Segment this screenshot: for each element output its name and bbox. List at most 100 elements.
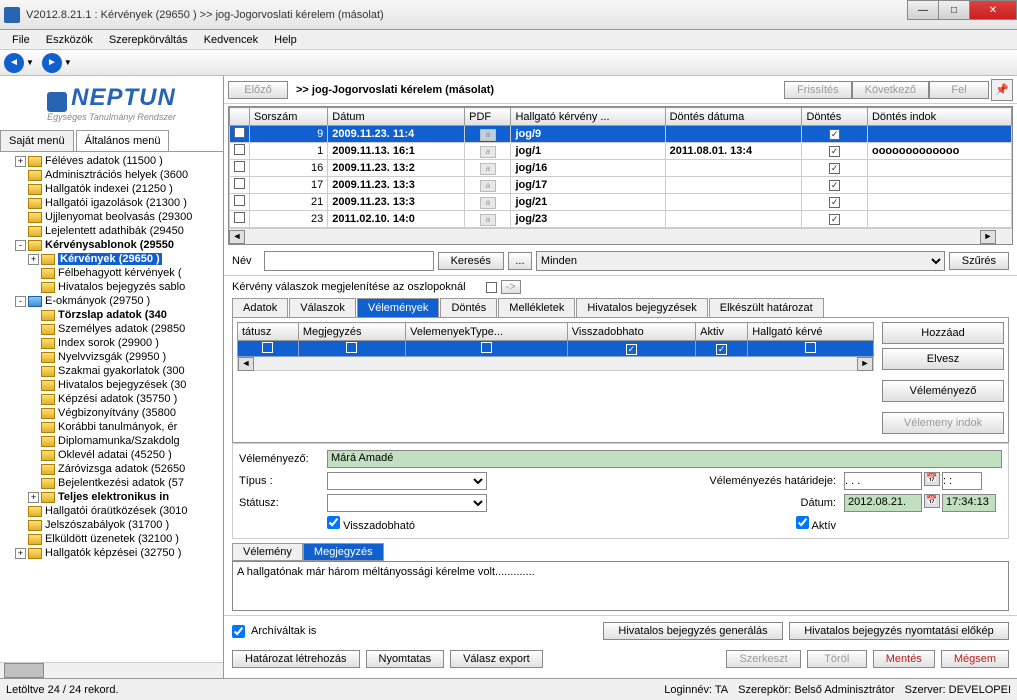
opinions-grid[interactable]: tátuszMegjegyzésVelemenyekType...Visszad… [237,322,874,357]
menu-rolechange[interactable]: Szerepkörváltás [101,32,196,48]
tree-node[interactable]: +Féléves adatok (11500 ) [2,154,221,168]
tree-node[interactable]: Elküldött üzenetek (32100 ) [2,532,221,546]
grid-hscrollbar[interactable]: ◄► [229,228,1012,244]
tree-node[interactable]: +Teljes elektronikus in [2,490,221,504]
tree-node[interactable]: Hivatalos bejegyzések (30 [2,378,221,392]
detail-tab[interactable]: Vélemények [357,298,440,317]
menu-tools[interactable]: Eszközök [38,32,101,48]
tree-node[interactable]: Oklevél adatai (45250 ) [2,448,221,462]
tree-node[interactable]: Lejelentett adathibák (29450 [2,224,221,238]
expand-icon[interactable]: + [15,156,26,167]
print-button[interactable]: Nyomtatas [366,650,445,668]
tree-node[interactable]: Bejelentkezési adatok (57 [2,476,221,490]
tree-node[interactable]: Diplomamunka/Szakdolg [2,434,221,448]
detail-tab[interactable]: Mellékletek [498,298,575,317]
expand-icon[interactable]: + [15,548,26,559]
tree-node[interactable]: Személyes adatok (29850 [2,322,221,336]
edit-button[interactable]: Szerkeszt [726,650,800,668]
table-row[interactable]: 172009.11.23. 13:3ajog/17✓ [230,177,1012,194]
filter-button[interactable]: Szűrés [949,252,1009,270]
search-more-button[interactable]: ... [508,252,532,270]
up-button[interactable]: Fel [929,81,989,99]
save-button[interactable]: Mentés [873,650,935,668]
close-button[interactable]: ✕ [969,0,1017,20]
nav-forward-dropdown[interactable]: ▼ [64,58,72,67]
calendar2-icon[interactable]: 📅 [924,494,940,508]
tree-node[interactable]: Hivatalos bejegyzés sablo [2,280,221,294]
expand-icon[interactable]: - [15,296,26,307]
cancel-button[interactable]: Mégsem [941,650,1009,668]
nav-back-button[interactable]: ◄ [4,53,24,73]
tree-node[interactable]: Képzési adatok (35750 ) [2,392,221,406]
table-row[interactable]: 232011.02.10. 14:0ajog/23✓ [230,211,1012,228]
expand-icon[interactable]: + [28,492,39,503]
tree-hscrollbar[interactable] [0,662,223,678]
expand-icon[interactable]: - [15,240,26,251]
tree-node[interactable]: Hallgatói óraütközések (3010 [2,504,221,518]
table-row[interactable]: 212009.11.23. 13:3ajog/21✓ [230,194,1012,211]
next-button[interactable]: Következő [852,81,929,99]
opinions-row[interactable]: ✓✓ [238,341,874,357]
expand-icon[interactable]: + [28,254,39,265]
tree-node[interactable]: +Hallgatók képzései (32750 ) [2,546,221,560]
active-checkbox[interactable] [796,516,809,529]
memo-tab-note[interactable]: Megjegyzés [303,543,384,561]
main-grid[interactable]: SorszámDátumPDFHallgató kérvény ...Dönté… [228,106,1013,245]
tree-node[interactable]: Végbizonyítvány (35800 [2,406,221,420]
status-select[interactable] [327,494,487,512]
tab-general-menu[interactable]: Általános menü [76,130,170,151]
tree-node[interactable]: Nyelvvizsgák (29950 ) [2,350,221,364]
create-decision-button[interactable]: Határozat létrehozás [232,650,360,668]
reviewer-button[interactable]: Véleményező [882,380,1004,402]
minimize-button[interactable]: — [907,0,939,20]
maximize-button[interactable]: □ [938,0,970,20]
remove-button[interactable]: Elvesz [882,348,1004,370]
gen-entry-button[interactable]: Hivatalos bejegyzés generálás [603,622,783,640]
opinion-reason-button[interactable]: Vélemeny indok [882,412,1004,434]
tree-node[interactable]: Záróvizsga adatok (52650 [2,462,221,476]
tree-node[interactable]: Félbehagyott kérvények ( [2,266,221,280]
nav-forward-button[interactable]: ► [42,53,62,73]
tree-node[interactable]: -E-okmányok (29750 ) [2,294,221,308]
pin-icon[interactable]: 📌 [991,79,1013,101]
nav-back-dropdown[interactable]: ▼ [26,58,34,67]
tree-node[interactable]: Hallgatói igazolások (21300 ) [2,196,221,210]
prev-button[interactable]: Előző [228,81,288,99]
table-row[interactable]: 92009.11.23. 11:4ajog/9✓ [230,126,1012,143]
export-button[interactable]: Válasz export [450,650,543,668]
column-reveal-apply[interactable]: -> [501,280,521,294]
delete-button[interactable]: Töröl [807,650,867,668]
tree-node[interactable]: Korábbi tanulmányok, ér [2,420,221,434]
name-input[interactable] [264,251,434,271]
menu-help[interactable]: Help [266,32,305,48]
deadline-time[interactable] [942,472,982,490]
table-row[interactable]: 162009.11.23. 13:2ajog/16✓ [230,160,1012,177]
menu-favorites[interactable]: Kedvencek [196,32,266,48]
memo-tab-opinion[interactable]: Vélemény [232,543,303,561]
search-button[interactable]: Keresés [438,252,504,270]
deadline-date[interactable] [844,472,922,490]
memo-textarea[interactable]: A hallgatónak már három méltányossági ké… [232,561,1009,611]
tree-node[interactable]: Index sorok (29900 ) [2,336,221,350]
detail-tab[interactable]: Döntés [440,298,497,317]
archive-checkbox[interactable] [232,625,245,638]
tree-node[interactable]: Hallgatók indexei (21250 ) [2,182,221,196]
preview-entry-button[interactable]: Hivatalos bejegyzés nyomtatási előkép [789,622,1009,640]
table-row[interactable]: 12009.11.13. 16:1ajog/12011.08.01. 13:4✓… [230,143,1012,160]
tree-node[interactable]: Adminisztrációs helyek (3600 [2,168,221,182]
column-reveal-checkbox[interactable] [486,282,497,293]
tree-node[interactable]: Ujjlenyomat beolvasás (29300 [2,210,221,224]
tree-node[interactable]: -Kérvénysablonok (29550 [2,238,221,252]
menu-tree[interactable]: +Féléves adatok (11500 )Adminisztrációs … [0,152,223,662]
detail-tab[interactable]: Elkészült határozat [709,298,824,317]
type-select[interactable] [327,472,487,490]
detail-tab[interactable]: Válaszok [289,298,356,317]
tree-node[interactable]: Szakmai gyakorlatok (300 [2,364,221,378]
filter-select[interactable]: Minden [536,251,945,271]
detail-tab[interactable]: Hivatalos bejegyzések [576,298,707,317]
throwback-checkbox[interactable] [327,516,340,529]
tree-node[interactable]: +Kérvények (29650 ) [2,252,221,266]
detail-tab[interactable]: Adatok [232,298,288,317]
refresh-button[interactable]: Frissítés [784,81,852,99]
opinions-hscrollbar[interactable]: ◄► [237,357,874,371]
